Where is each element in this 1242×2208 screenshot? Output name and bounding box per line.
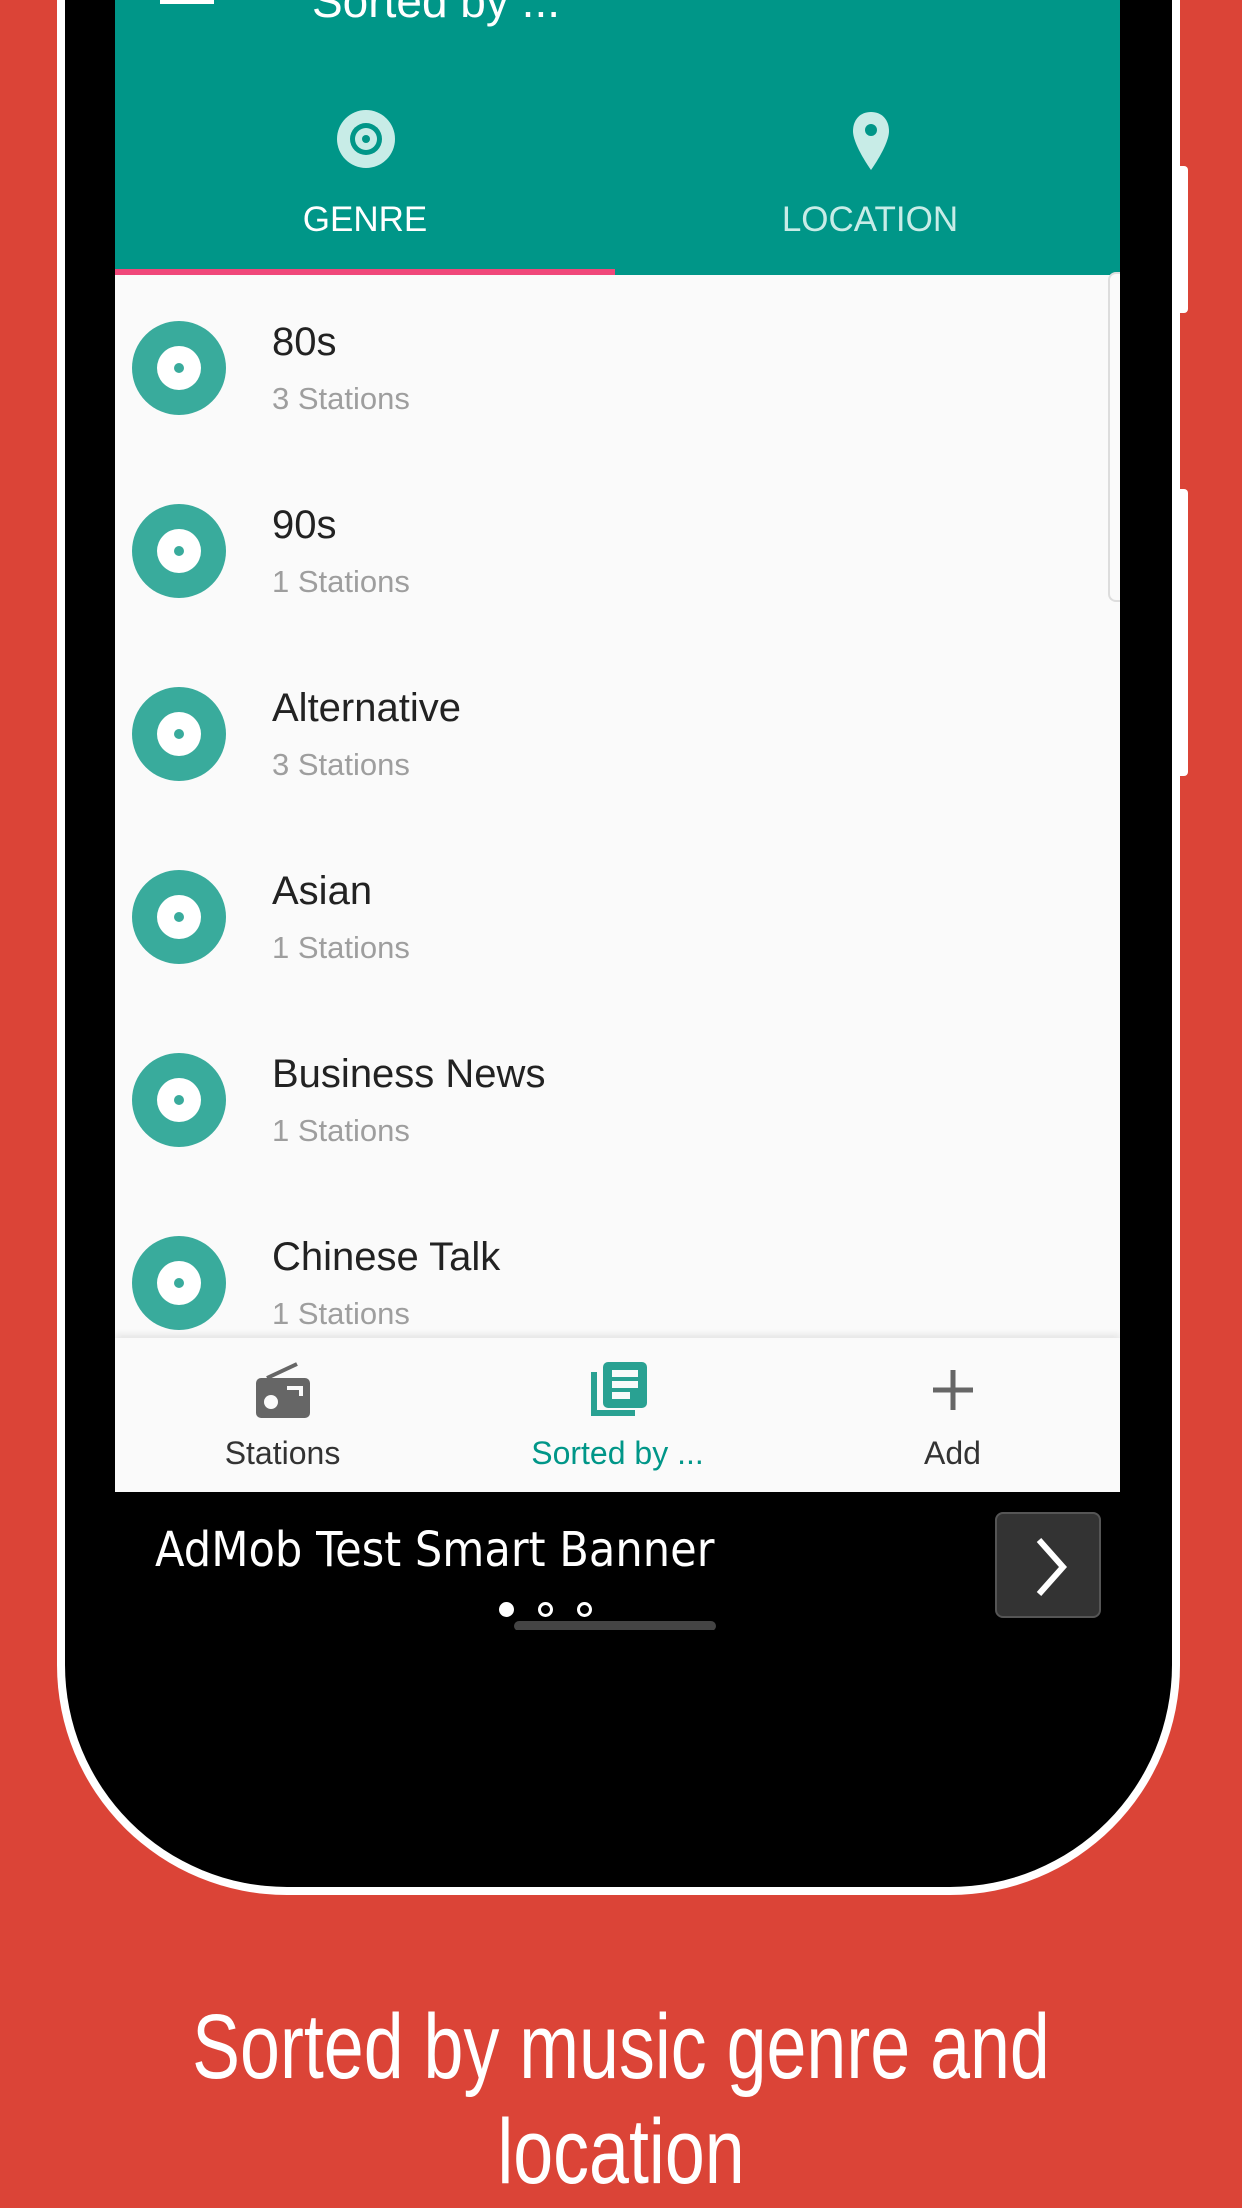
- nav-label: Add: [924, 1435, 981, 1471]
- pager-dots: [499, 1602, 616, 1622]
- station-count: 1 Stations: [272, 1113, 410, 1148]
- disc-icon: [132, 870, 226, 964]
- tab-label: GENRE: [302, 200, 428, 239]
- page-title: Sorted by ...: [312, 0, 561, 27]
- nav-sorted-by[interactable]: Sorted by ...: [450, 1338, 785, 1492]
- ad-text: AdMob Test Smart Banner: [155, 1522, 715, 1578]
- location-pin-icon: [853, 112, 889, 170]
- plus-icon: [932, 1370, 973, 1410]
- station-count: 1 Stations: [272, 930, 410, 965]
- list-item[interactable]: 90s 1 Stations: [115, 458, 1120, 641]
- tab-location[interactable]: LOCATION: [620, 100, 1120, 275]
- app-screen: Sorted by ... GENRE LOCATION 80s 3 Stati…: [115, 0, 1120, 1630]
- list-item[interactable]: Business News 1 Stations: [115, 1007, 1120, 1190]
- genre-name: Chinese Talk: [272, 1235, 501, 1279]
- disc-icon: [132, 687, 226, 781]
- station-count: 3 Stations: [272, 381, 410, 416]
- list-item[interactable]: Asian 1 Stations: [115, 824, 1120, 1007]
- genre-name: 90s: [272, 503, 337, 547]
- nav-add[interactable]: Add: [785, 1338, 1120, 1492]
- station-count: 1 Stations: [272, 1296, 410, 1331]
- genre-name: Business News: [272, 1052, 546, 1096]
- radio-icon: [255, 1362, 310, 1418]
- station-count: 3 Stations: [272, 747, 410, 782]
- tab-genre[interactable]: GENRE: [115, 100, 615, 275]
- ad-next-button[interactable]: [995, 1512, 1101, 1618]
- disc-icon: [132, 321, 226, 415]
- genre-list: 80s 3 Stations 90s 1 Stations Alternativ…: [115, 275, 1120, 1338]
- app-bar: Sorted by ... GENRE LOCATION: [115, 0, 1120, 275]
- home-indicator: [514, 1621, 716, 1630]
- caption: Sorted by music genre and location: [192, 1996, 1050, 2203]
- disc-icon: [132, 1236, 226, 1330]
- station-count: 1 Stations: [272, 564, 410, 599]
- disc-icon: [337, 110, 395, 168]
- disc-icon: [132, 1053, 226, 1147]
- chevron-right-icon: [1036, 1538, 1068, 1596]
- power-button: [1180, 489, 1188, 776]
- nav-label: Stations: [224, 1435, 341, 1471]
- genre-name: 80s: [272, 320, 337, 364]
- nav-stations[interactable]: Stations: [115, 1338, 450, 1492]
- nav-label: Sorted by ...: [531, 1435, 704, 1471]
- volume-button: [1180, 166, 1188, 313]
- library-books-icon: [590, 1362, 647, 1416]
- tab-label: LOCATION: [781, 200, 959, 239]
- list-item[interactable]: Alternative 3 Stations: [115, 641, 1120, 824]
- bottom-navigation: Stations Sorted by ... Add: [115, 1338, 1120, 1492]
- genre-name: Asian: [272, 869, 373, 913]
- ad-banner[interactable]: AdMob Test Smart Banner: [115, 1492, 1120, 1630]
- list-item[interactable]: Chinese Talk 1 Stations: [115, 1190, 1120, 1338]
- scrollbar[interactable]: [1108, 272, 1120, 602]
- genre-name: Alternative: [272, 686, 461, 730]
- list-item[interactable]: 80s 3 Stations: [115, 275, 1120, 458]
- disc-icon: [132, 504, 226, 598]
- hamburger-icon[interactable]: [160, 0, 214, 12]
